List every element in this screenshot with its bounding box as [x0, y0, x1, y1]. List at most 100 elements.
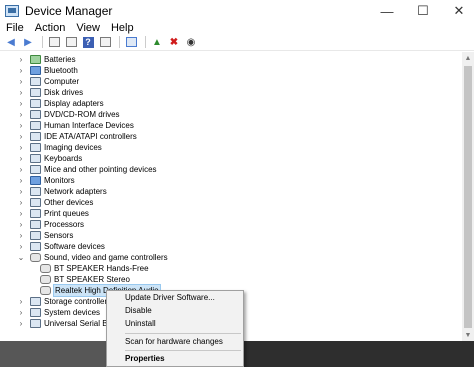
minimize-button[interactable]: — [372, 0, 402, 22]
chevron-right-icon[interactable]: › [16, 242, 26, 251]
desktop-wallpaper-right [244, 341, 474, 367]
properties-icon[interactable] [64, 36, 78, 49]
tree-item-mice[interactable]: › Mice and other pointing devices [16, 164, 157, 175]
menu-view[interactable]: View [70, 22, 105, 34]
scrollbar-thumb[interactable] [464, 66, 472, 328]
tree-item-system-devices[interactable]: › System devices [16, 307, 100, 318]
tree-item-sensors[interactable]: › Sensors [16, 230, 73, 241]
chevron-right-icon[interactable]: › [16, 297, 26, 306]
battery-icon [30, 55, 41, 64]
tree-item-other-devices[interactable]: › Other devices [16, 197, 93, 208]
scan-hardware-icon[interactable] [124, 36, 138, 49]
bluetooth-icon [30, 66, 41, 75]
chevron-right-icon[interactable]: › [16, 55, 26, 64]
tree-item-display-adapters[interactable]: › Display adapters [16, 98, 104, 109]
disable-device-icon[interactable]: ◉ [184, 36, 198, 49]
tree-item-disk-drives[interactable]: › Disk drives [16, 87, 83, 98]
chevron-right-icon[interactable]: › [16, 154, 26, 163]
desktop-wallpaper-left [0, 341, 106, 367]
menu-separator [125, 333, 241, 334]
tree-item-bt-speaker-stereo[interactable]: BT SPEAKER Stereo [36, 274, 130, 285]
tree-item-print-queues[interactable]: › Print queues [16, 208, 89, 219]
chevron-right-icon[interactable]: › [16, 121, 26, 130]
maximize-button[interactable]: ☐ [408, 0, 438, 22]
tree-item-software-devices[interactable]: › Software devices [16, 241, 105, 252]
chevron-right-icon[interactable]: › [16, 198, 26, 207]
update-driver-menu-item[interactable]: Update Driver Software... [107, 291, 243, 304]
chevron-right-icon[interactable]: › [16, 66, 26, 75]
tree-item-bt-speaker-handsfree[interactable]: BT SPEAKER Hands-Free [36, 263, 149, 274]
storage-controller-icon [30, 297, 41, 306]
toolbar: ◀ ▶ ? ▲ ✖ ◉ [0, 34, 474, 51]
disk-drive-icon [30, 88, 41, 97]
tree-item-monitors[interactable]: › Monitors [16, 175, 75, 186]
speaker-icon [30, 253, 41, 262]
tree-item-imaging-devices[interactable]: › Imaging devices [16, 142, 102, 153]
toolbar-separator [145, 36, 146, 48]
uninstall-device-icon[interactable]: ✖ [167, 36, 181, 49]
chevron-right-icon[interactable]: › [16, 143, 26, 152]
vertical-scrollbar[interactable]: ▲ ▼ [462, 52, 474, 341]
chevron-right-icon[interactable]: › [16, 319, 26, 328]
disable-menu-item[interactable]: Disable [107, 304, 243, 317]
chevron-right-icon[interactable]: › [16, 187, 26, 196]
software-device-icon [30, 242, 41, 251]
tree-item-storage-controllers[interactable]: › Storage controllers [16, 296, 111, 307]
action-pane-icon[interactable] [98, 36, 112, 49]
scroll-down-icon[interactable]: ▼ [462, 329, 474, 341]
speaker-icon [40, 264, 51, 273]
tree-item-bluetooth[interactable]: › Bluetooth [16, 65, 78, 76]
window-title: Device Manager [25, 4, 113, 18]
chevron-right-icon[interactable]: › [16, 165, 26, 174]
toolbar-separator [119, 36, 120, 48]
chevron-right-icon[interactable]: › [16, 88, 26, 97]
chevron-right-icon[interactable]: › [16, 77, 26, 86]
chevron-right-icon[interactable]: › [16, 209, 26, 218]
menu-bar: File Action View Help [0, 22, 474, 34]
scan-hardware-menu-item[interactable]: Scan for hardware changes [107, 335, 243, 348]
update-driver-icon[interactable]: ▲ [150, 36, 164, 49]
chevron-right-icon[interactable]: › [16, 176, 26, 185]
chevron-right-icon[interactable]: › [16, 132, 26, 141]
menu-action[interactable]: Action [29, 22, 71, 34]
show-hide-console-tree-icon[interactable] [47, 36, 61, 49]
scroll-up-icon[interactable]: ▲ [462, 52, 474, 64]
mouse-icon [30, 165, 41, 174]
tree-item-sound-controllers[interactable]: ⌄ Sound, video and game controllers [16, 252, 168, 263]
tree-item-network-adapters[interactable]: › Network adapters [16, 186, 107, 197]
chevron-right-icon[interactable]: › [16, 231, 26, 240]
tree-item-dvd-drives[interactable]: › DVD/CD-ROM drives [16, 109, 120, 120]
chevron-right-icon[interactable]: › [16, 308, 26, 317]
hid-icon [30, 121, 41, 130]
system-device-icon [30, 308, 41, 317]
monitor-icon [30, 176, 41, 185]
computer-icon [30, 77, 41, 86]
menu-separator [125, 350, 241, 351]
toolbar-separator [42, 36, 43, 48]
menu-help[interactable]: Help [105, 22, 139, 34]
tree-item-ide-controllers[interactable]: › IDE ATA/ATAPI controllers [16, 131, 137, 142]
tree-item-computer[interactable]: › Computer [16, 76, 79, 87]
chevron-right-icon[interactable]: › [16, 220, 26, 229]
close-button[interactable]: ✕ [444, 0, 474, 22]
tree-item-hid[interactable]: › Human Interface Devices [16, 120, 134, 131]
help-icon[interactable]: ? [81, 36, 95, 49]
forward-arrow-icon[interactable]: ▶ [21, 36, 35, 49]
menu-file[interactable]: File [0, 22, 29, 34]
chevron-down-icon[interactable]: ⌄ [16, 253, 26, 262]
uninstall-menu-item[interactable]: Uninstall [107, 317, 243, 330]
back-arrow-icon[interactable]: ◀ [4, 36, 18, 49]
properties-menu-item[interactable]: Properties [107, 352, 243, 365]
tree-item-processors[interactable]: › Processors [16, 219, 84, 230]
tree-item-keyboards[interactable]: › Keyboards [16, 153, 82, 164]
speaker-icon [40, 275, 51, 284]
chevron-right-icon[interactable]: › [16, 110, 26, 119]
window-controls: — ☐ ✕ [366, 0, 474, 22]
keyboard-icon [30, 154, 41, 163]
tree-item-batteries[interactable]: › Batteries [16, 54, 76, 65]
usb-icon [30, 319, 41, 328]
chevron-right-icon[interactable]: › [16, 99, 26, 108]
printer-icon [30, 209, 41, 218]
ide-controller-icon [30, 132, 41, 141]
device-manager-icon [5, 5, 19, 17]
